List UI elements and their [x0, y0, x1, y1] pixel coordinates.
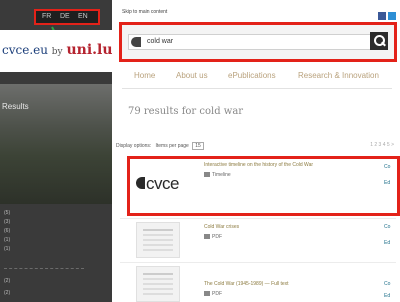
cvce-mark-icon: [131, 37, 141, 47]
facet-item[interactable]: (2): [4, 278, 10, 284]
pdf-icon: [204, 234, 210, 240]
search-input[interactable]: cold war: [128, 34, 378, 50]
nav-about-us[interactable]: About us: [176, 71, 208, 80]
facet-item[interactable]: (1): [4, 246, 10, 252]
divider: [122, 88, 392, 89]
main-nav: Home About us ePublications Research & I…: [112, 68, 400, 84]
facet-item[interactable]: (3): [4, 219, 10, 225]
facet-item[interactable]: (1): [4, 237, 10, 243]
nav-home[interactable]: Home: [134, 71, 155, 80]
divider: [120, 218, 396, 219]
per-page-label: Items per page: [155, 143, 189, 149]
logo-by: by: [51, 47, 63, 57]
result-side-link[interactable]: Ed: [384, 240, 390, 246]
result-side-link[interactable]: Co: [384, 224, 390, 230]
search-button[interactable]: [370, 32, 388, 50]
result-thumbnail[interactable]: [136, 222, 180, 258]
logo-partner: uni.lu: [66, 42, 113, 58]
logo-main: cvce.eu: [2, 43, 48, 57]
result-thumbnail[interactable]: [136, 266, 180, 302]
logo[interactable]: cvce.eu by uni.lu: [2, 42, 113, 58]
left-panel: FR DE EN cvce.eu by uni.lu Results (5) (…: [0, 0, 113, 302]
results-heading: 79 results for cold war: [128, 106, 244, 117]
divider: [120, 262, 396, 263]
main-content: Skip to main content cold war Home About…: [112, 0, 400, 302]
search-area: cold war: [119, 22, 397, 62]
twitter-icon[interactable]: [388, 12, 396, 20]
language-switcher: FR DE EN: [34, 9, 100, 25]
sidebar-banner: Results: [0, 84, 112, 204]
nav-epublications[interactable]: ePublications: [228, 71, 276, 80]
result-meta: PDF: [204, 291, 222, 297]
skip-link[interactable]: Skip to main content: [122, 9, 167, 15]
facet-item[interactable]: (5): [4, 210, 10, 216]
facebook-icon[interactable]: [378, 12, 386, 20]
lang-fr[interactable]: FR: [42, 13, 51, 20]
pagination[interactable]: 1 2 3 4 5 >: [370, 142, 394, 148]
result-meta: PDF: [204, 234, 222, 240]
result-title[interactable]: Cold War crises: [204, 224, 239, 230]
pdf-icon: [204, 291, 210, 297]
result-side-link[interactable]: Ed: [384, 293, 390, 299]
sidebar-banner-label: Results: [2, 102, 29, 111]
lang-de[interactable]: DE: [60, 13, 70, 20]
nav-research-innovation[interactable]: Research & Innovation: [298, 71, 379, 80]
result-side-link[interactable]: Co: [384, 281, 390, 287]
search-value: cold war: [147, 38, 174, 45]
result-title[interactable]: The Cold War (1945-1989) — Full text: [204, 281, 289, 287]
facet-item[interactable]: (6): [4, 228, 10, 234]
display-controls: Display options: Items per page 15: [116, 142, 204, 150]
lang-en[interactable]: EN: [78, 13, 88, 20]
per-page-select[interactable]: 15: [192, 142, 204, 150]
display-options-label: Display options:: [116, 143, 152, 149]
divider: [4, 268, 84, 269]
highlight-box: [127, 156, 400, 216]
facet-item[interactable]: (2): [4, 290, 10, 296]
logo-bar: cvce.eu by uni.lu: [0, 30, 113, 72]
